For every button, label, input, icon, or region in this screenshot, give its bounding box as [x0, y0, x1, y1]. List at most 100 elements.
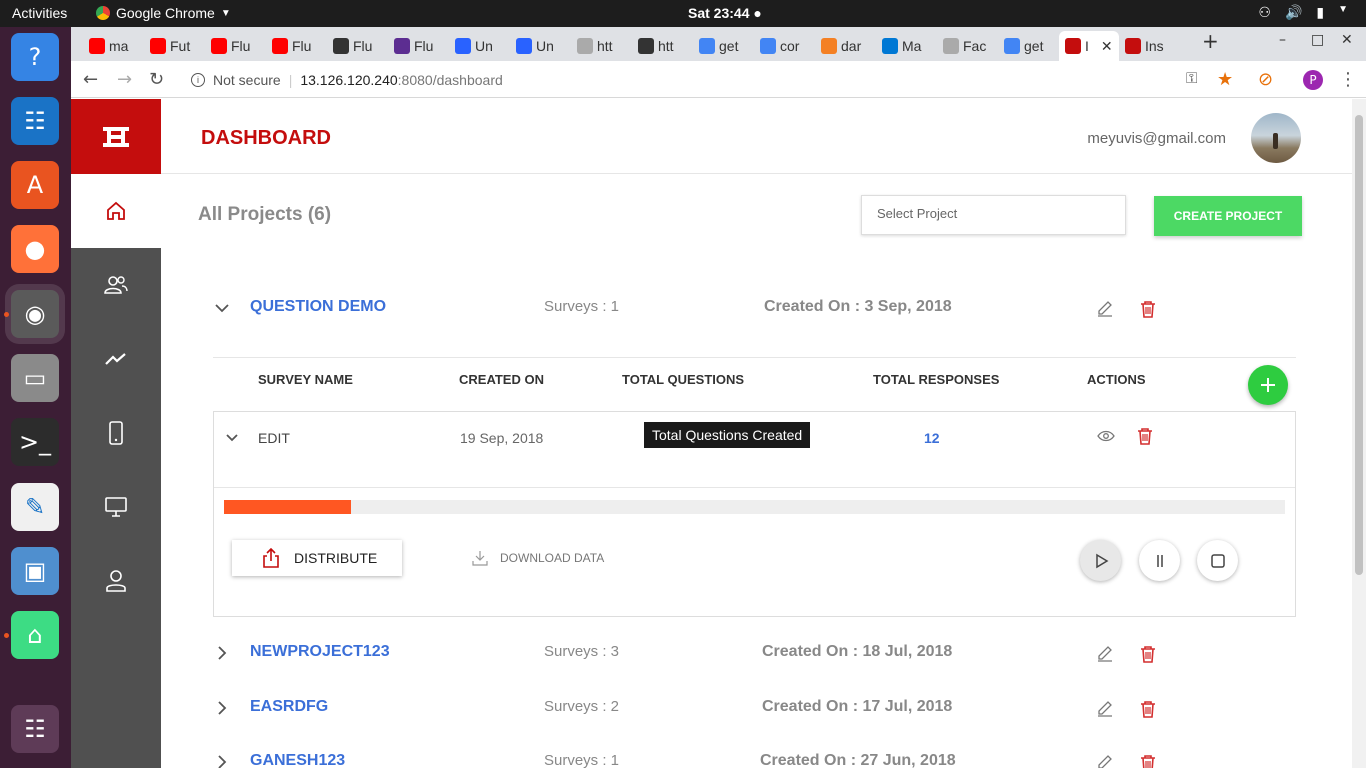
play-button[interactable]: [1080, 540, 1121, 581]
edit-icon[interactable]: [1096, 754, 1114, 768]
scrollbar-thumb[interactable]: [1355, 115, 1363, 575]
project-name[interactable]: QUESTION DEMO: [250, 298, 386, 316]
star-icon[interactable]: ★: [1217, 69, 1233, 90]
browser-tab[interactable]: htt: [571, 31, 632, 61]
key-icon[interactable]: ⚿: [1186, 69, 1197, 87]
chevron-down-icon[interactable]: [213, 299, 231, 317]
browser-tab[interactable]: Flu: [205, 31, 266, 61]
avatar[interactable]: [1251, 113, 1301, 163]
help-icon[interactable]: ?: [11, 33, 59, 81]
close-tab-icon[interactable]: ✕: [1101, 38, 1113, 55]
firefox-icon[interactable]: ●: [11, 225, 59, 273]
reload-icon[interactable]: ↻: [149, 69, 164, 90]
system-tray[interactable]: ⚇ 🔊 ▮ ▼: [1258, 4, 1348, 21]
browser-tab[interactable]: Fut: [144, 31, 205, 61]
delete-icon[interactable]: [1137, 427, 1153, 445]
browser-tab[interactable]: Flu: [266, 31, 327, 61]
browser-tab[interactable]: Un: [449, 31, 510, 61]
maximize-icon[interactable]: □: [1311, 32, 1324, 48]
address-bar[interactable]: i Not secure | 13.126.120.240 :8080/dash…: [183, 65, 1183, 94]
chevron-right-icon[interactable]: [213, 644, 231, 662]
project-row[interactable]: NEWPROJECT123 Surveys : 3 Created On : 1…: [213, 636, 1293, 676]
project-row[interactable]: QUESTION DEMO Surveys : 1 Created On : 3…: [213, 291, 1293, 331]
delete-icon[interactable]: [1140, 300, 1156, 318]
browser-tab[interactable]: cor: [754, 31, 815, 61]
sidebar-item-analytics[interactable]: [71, 322, 161, 396]
stop-button[interactable]: [1197, 540, 1238, 581]
app-menu[interactable]: Google Chrome ▼: [96, 5, 231, 21]
forward-icon[interactable]: →: [117, 69, 132, 90]
survey-progress-bar: [224, 500, 1285, 514]
new-tab-icon[interactable]: +: [1202, 29, 1219, 53]
browser-tab[interactable]: Un: [510, 31, 571, 61]
clock[interactable]: Sat 23:44 ●: [688, 5, 762, 21]
text-editor-icon[interactable]: ✎: [11, 483, 59, 531]
extension-icon[interactable]: ⊘: [1258, 69, 1273, 90]
browser-tab[interactable]: dar: [815, 31, 876, 61]
download-label: DOWNLOAD DATA: [500, 551, 605, 565]
virtualbox-icon[interactable]: ▣: [11, 547, 59, 595]
files-icon[interactable]: ▭: [11, 354, 59, 402]
browser-tab[interactable]: get: [693, 31, 754, 61]
pause-button[interactable]: [1139, 540, 1180, 581]
edit-icon[interactable]: [1096, 645, 1114, 663]
menu-icon[interactable]: ⋮: [1339, 69, 1357, 90]
browser-tab[interactable]: htt: [632, 31, 693, 61]
progress-fill: [224, 500, 352, 514]
chevron-right-icon[interactable]: [213, 753, 231, 768]
tab-label: Flu: [231, 38, 251, 54]
chevron-right-icon[interactable]: [213, 699, 231, 717]
sidebar-item-desktop[interactable]: [71, 470, 161, 544]
browser-tab[interactable]: Flu: [388, 31, 449, 61]
page-title: DASHBOARD: [201, 127, 331, 149]
eye-icon[interactable]: [1097, 430, 1115, 442]
page-scrollbar[interactable]: [1352, 99, 1366, 768]
minimize-icon[interactable]: –: [1279, 32, 1286, 48]
project-row[interactable]: EASRDFG Surveys : 2 Created On : 17 Jul,…: [213, 691, 1293, 731]
select-project-dropdown[interactable]: Select Project: [861, 195, 1126, 235]
sidebar-item-users[interactable]: [71, 248, 161, 322]
delete-icon[interactable]: [1140, 645, 1156, 663]
delete-icon[interactable]: [1140, 700, 1156, 718]
browser-tab[interactable]: get: [998, 31, 1059, 61]
add-survey-button[interactable]: [1248, 365, 1288, 405]
create-project-button[interactable]: CREATE PROJECT: [1154, 196, 1302, 236]
chrome-icon[interactable]: ◉: [11, 290, 59, 338]
project-name[interactable]: NEWPROJECT123: [250, 643, 390, 661]
project-row[interactable]: GANESH123 Surveys : 1 Created On : 27 Ju…: [213, 745, 1293, 768]
survey-total-responses[interactable]: 12: [924, 430, 940, 446]
browser-tab[interactable]: ma: [83, 31, 144, 61]
back-icon[interactable]: ←: [83, 69, 98, 90]
activities-button[interactable]: Activities: [12, 5, 67, 21]
edit-icon[interactable]: [1096, 700, 1114, 718]
edit-icon[interactable]: [1096, 300, 1114, 318]
sidebar-item-mobile[interactable]: [71, 396, 161, 470]
terminal-icon[interactable]: >_: [11, 418, 59, 466]
tab-label: Ins: [1145, 38, 1164, 54]
software-icon[interactable]: A: [11, 161, 59, 209]
close-window-icon[interactable]: ✕: [1341, 32, 1353, 48]
distribute-label: DISTRIBUTE: [294, 550, 378, 566]
browser-tab[interactable]: Fac: [937, 31, 998, 61]
download-data-button[interactable]: DOWNLOAD DATA: [472, 550, 604, 566]
app-logo[interactable]: [71, 99, 161, 174]
favicon-icon: [943, 38, 959, 54]
project-name[interactable]: EASRDFG: [250, 698, 328, 716]
favicon-icon: [1004, 38, 1020, 54]
share-icon: [263, 548, 279, 568]
browser-tab[interactable]: I ✕: [1059, 31, 1119, 61]
distribute-button[interactable]: DISTRIBUTE: [232, 540, 402, 576]
project-name[interactable]: GANESH123: [250, 752, 345, 768]
browser-tab[interactable]: Ins: [1119, 31, 1180, 61]
writer-icon[interactable]: ☷: [11, 97, 59, 145]
delete-icon[interactable]: [1140, 754, 1156, 768]
sidebar-item-profile[interactable]: [71, 544, 161, 618]
profile-avatar[interactable]: P: [1303, 70, 1323, 90]
browser-tab[interactable]: Ma: [876, 31, 937, 61]
show-applications-icon[interactable]: ☷: [11, 705, 59, 753]
android-studio-icon[interactable]: ⌂: [11, 611, 59, 659]
running-indicator: [4, 633, 9, 638]
chevron-down-icon[interactable]: [224, 430, 240, 446]
browser-tab[interactable]: Flu: [327, 31, 388, 61]
sidebar-item-home[interactable]: [71, 174, 161, 248]
